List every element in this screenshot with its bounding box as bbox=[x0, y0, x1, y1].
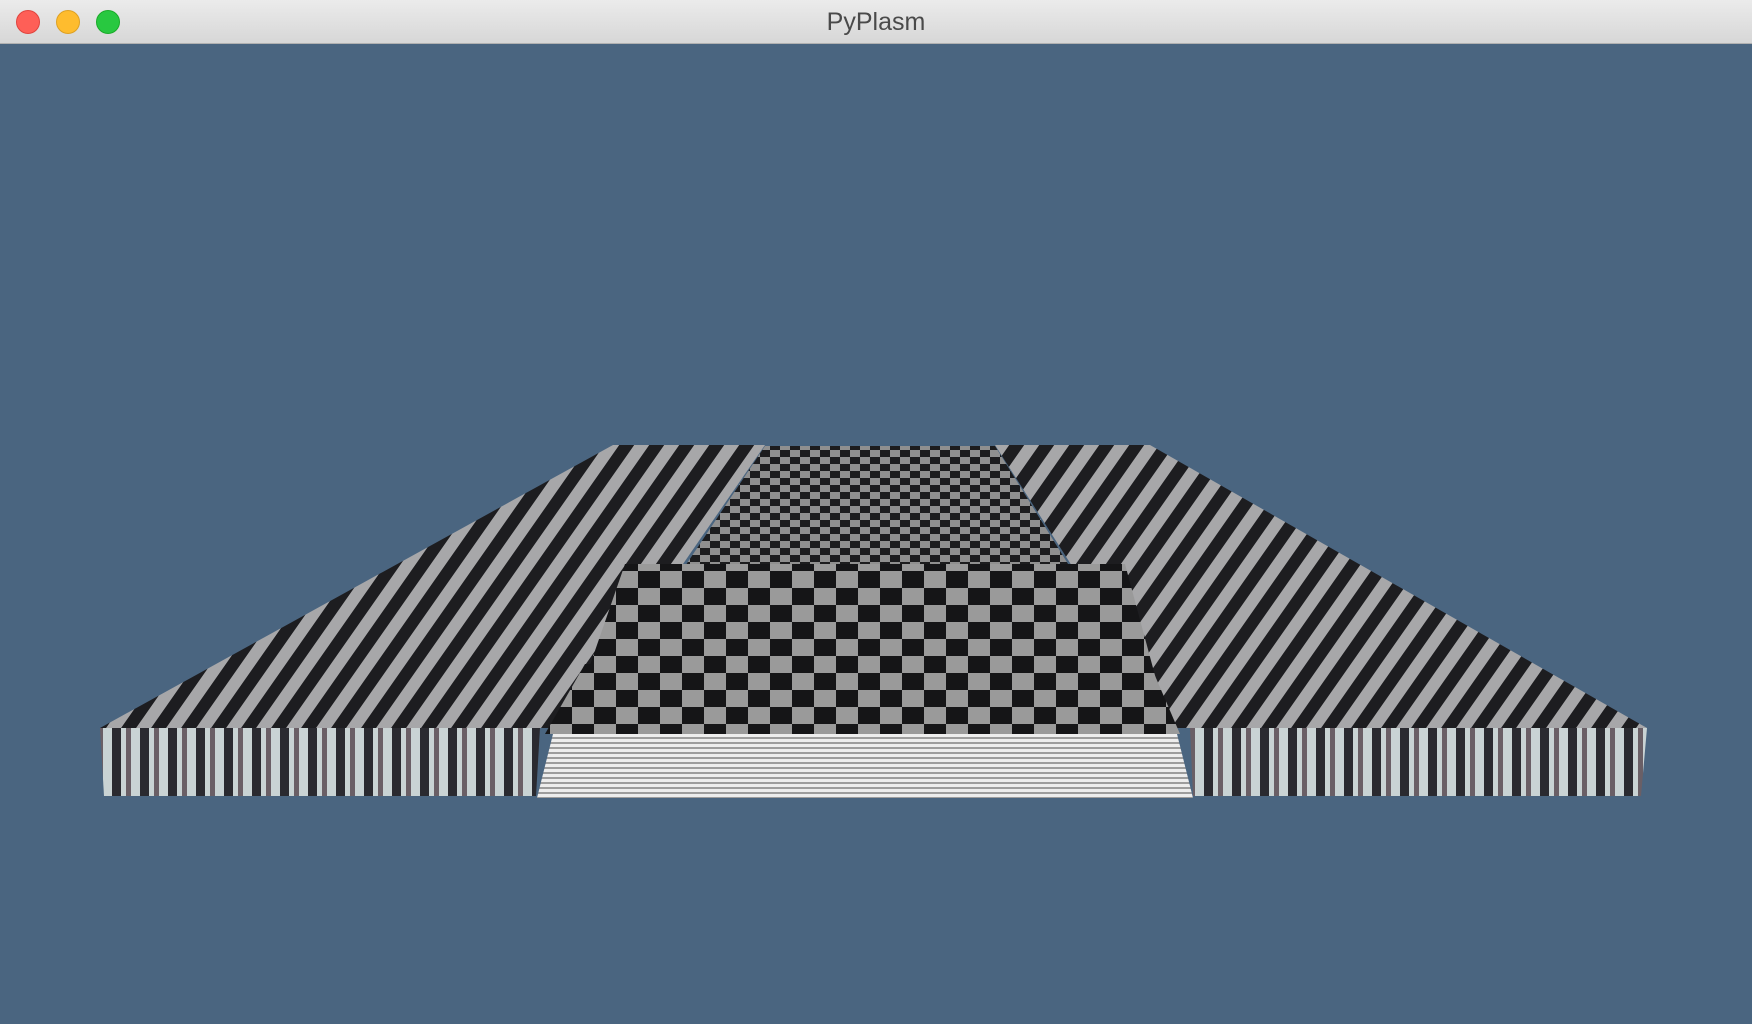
left-slab-edge bbox=[100, 728, 540, 796]
3d-viewport[interactable] bbox=[0, 44, 1752, 1024]
center-front-section bbox=[545, 664, 1180, 734]
right-slab-edge bbox=[1190, 728, 1647, 796]
stair-face bbox=[537, 734, 1193, 798]
pyplasm-window: PyPlasm bbox=[0, 0, 1752, 1024]
scene-canvas[interactable] bbox=[0, 44, 1752, 1024]
title-bar[interactable]: PyPlasm bbox=[0, 0, 1752, 44]
window-title: PyPlasm bbox=[826, 8, 926, 36]
